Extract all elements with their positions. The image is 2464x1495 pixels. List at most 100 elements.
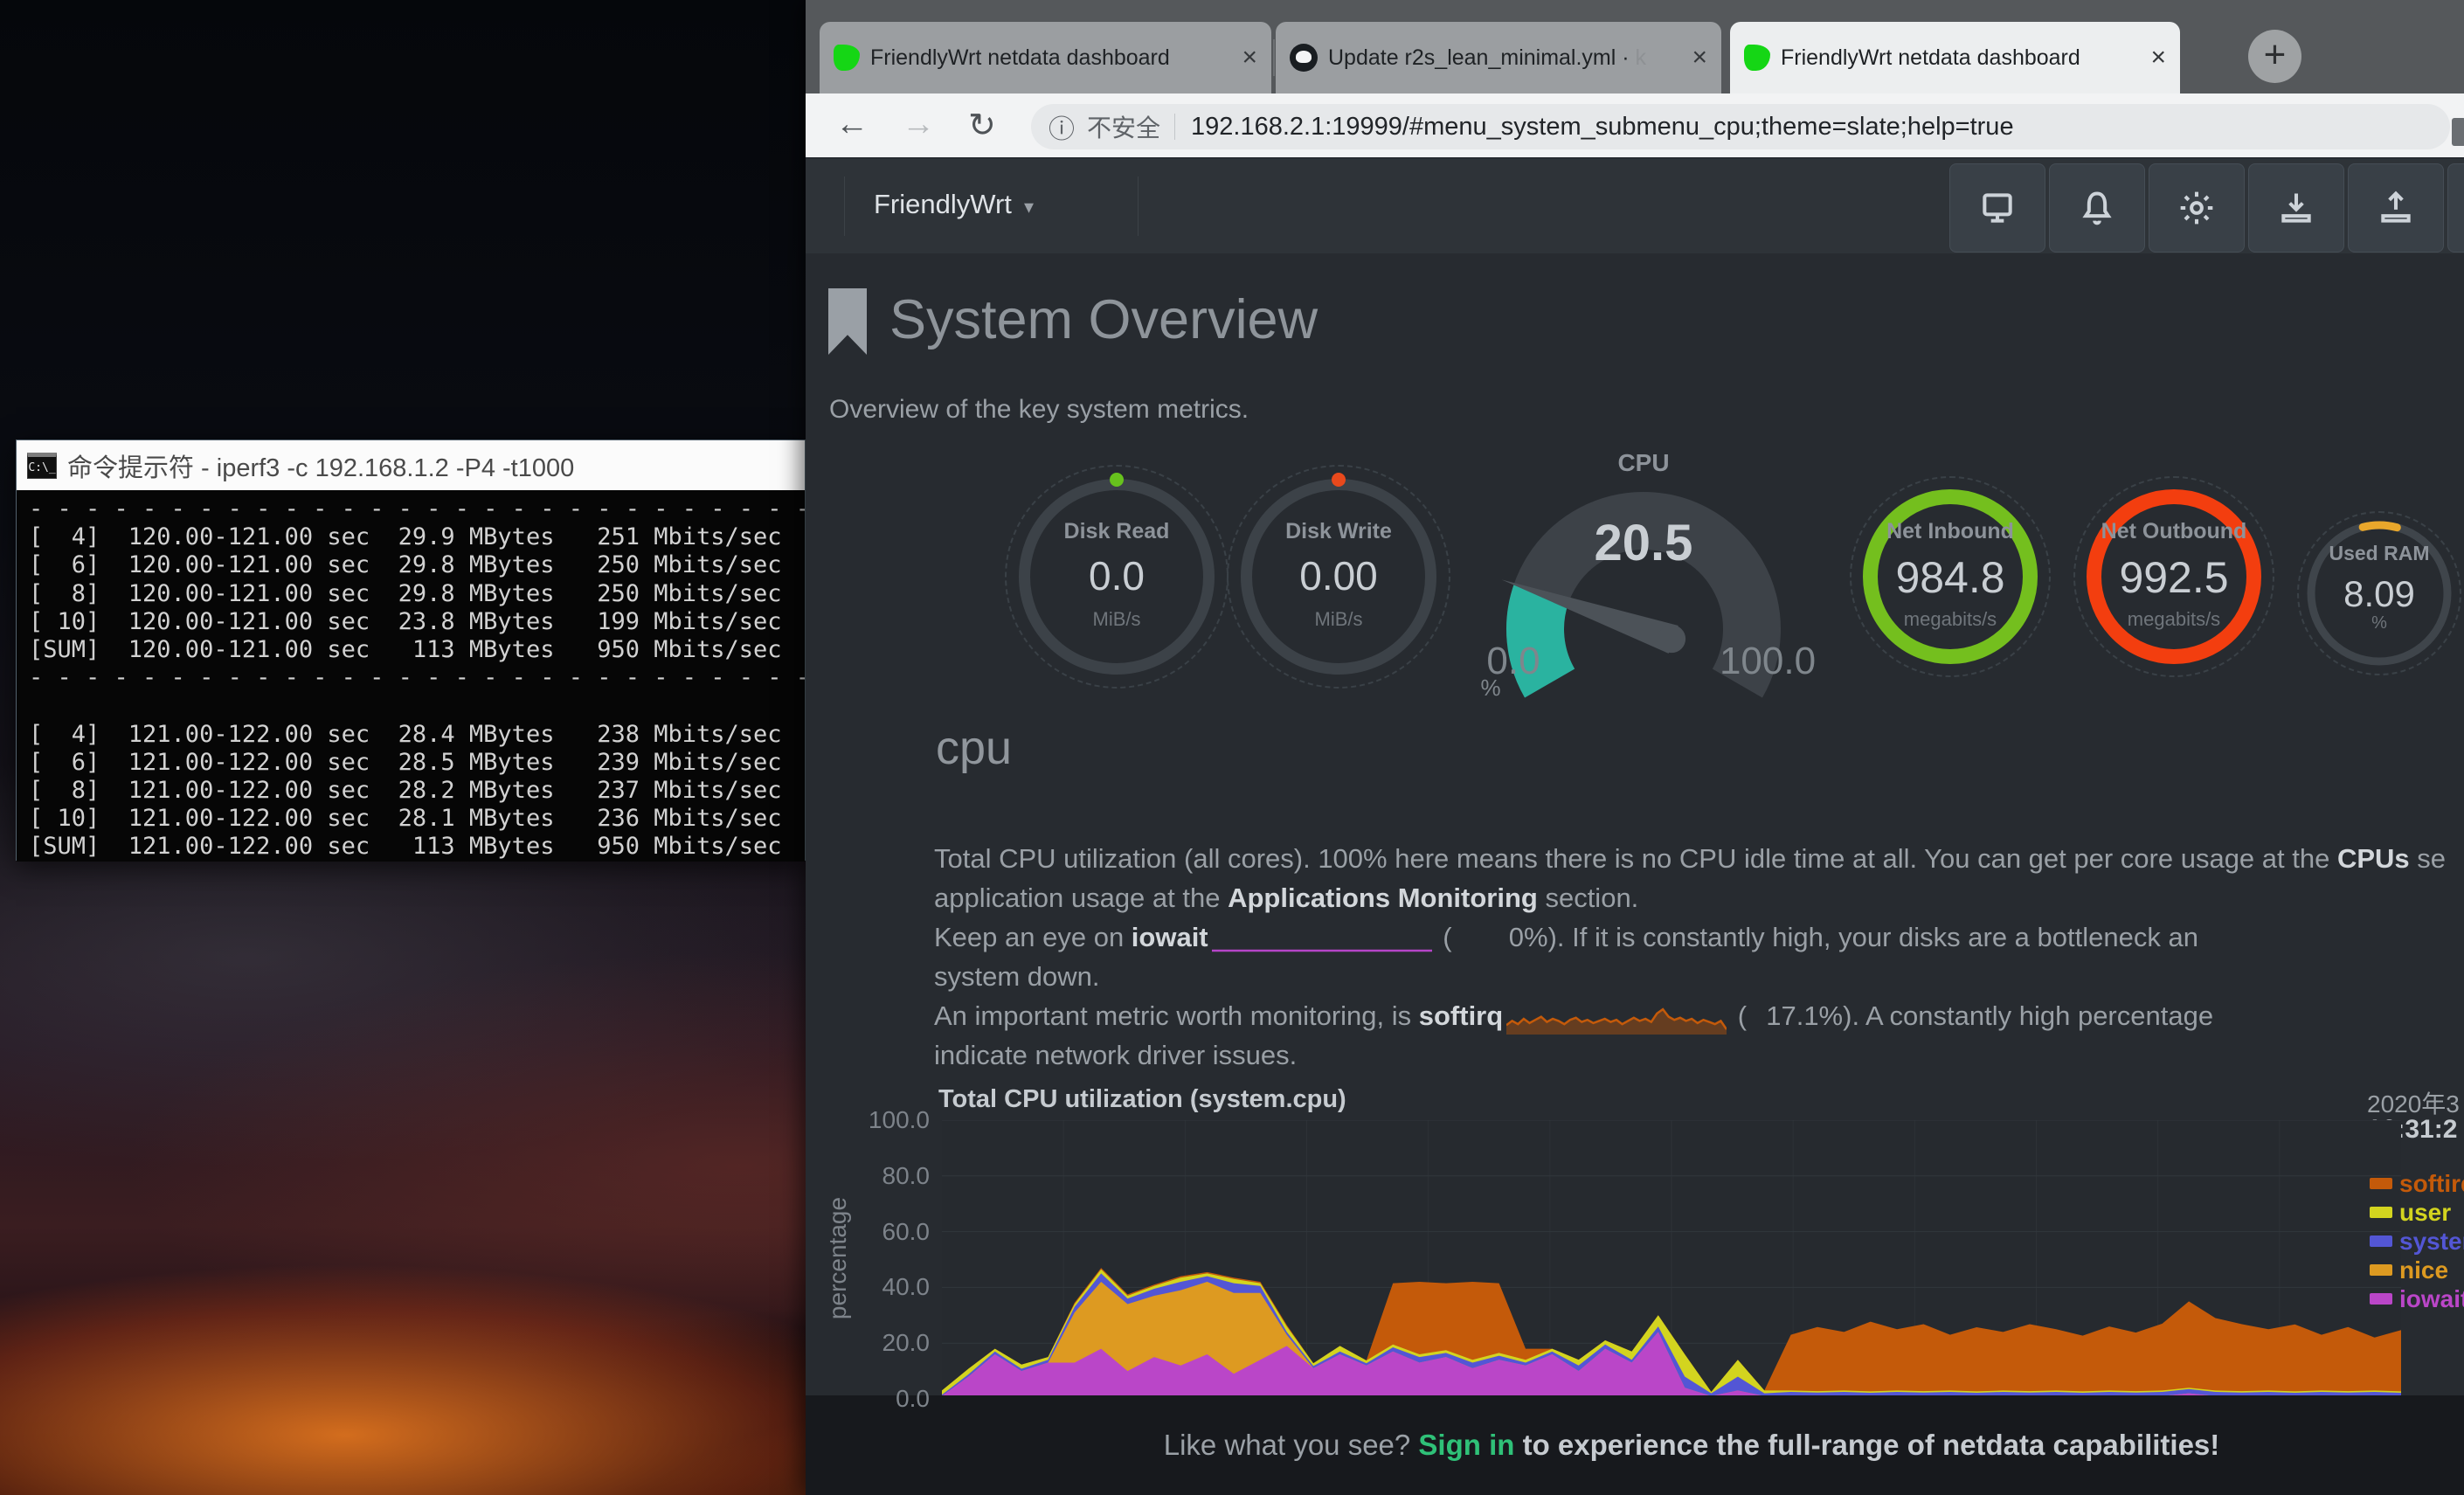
tab-label: FriendlyWrt netdata dashboard — [1781, 45, 2140, 71]
sign-in-link[interactable]: Sign in — [1418, 1429, 1514, 1462]
nav-extra-button[interactable] — [2447, 163, 2464, 253]
tab-netdata-1[interactable]: FriendlyWrt netdata dashboard × — [820, 22, 1271, 93]
terminal-line: - - - - - - - - - - - - - - - - - - - - … — [29, 495, 792, 523]
gauge-label: CPU — [1556, 449, 1731, 477]
terminal-line: [SUM] 121.00-122.00 sec 113 MBytes 950 M… — [29, 833, 792, 861]
tab-label: FriendlyWrt netdata dashboard — [870, 45, 1231, 71]
tab-label: Update r2s_lean_minimal.yml · k — [1328, 45, 1681, 71]
applications-monitoring-link[interactable]: Applications Monitoring — [1228, 882, 1538, 913]
settings-button[interactable] — [2149, 163, 2245, 253]
terminal-line: [ 10] 120.00-121.00 sec 23.8 MBytes 199 … — [29, 608, 792, 636]
gauge-value: 0.0 — [1029, 552, 1204, 599]
legend-swatch — [2370, 1178, 2392, 1189]
divider — [1174, 114, 1175, 140]
y-tick: 0.0 — [841, 1384, 930, 1414]
gauge-label: Disk Read — [1029, 519, 1204, 544]
gauge-value: 992.5 — [2087, 552, 2261, 603]
desktop: C:\_ 命令提示符 - iperf3 -c 192.168.1.2 -P4 -… — [0, 0, 2464, 1495]
y-tick: 60.0 — [841, 1217, 930, 1247]
gauge-unit: MiB/s — [1029, 608, 1204, 631]
page-subtitle: Overview of the key system metrics. — [829, 395, 1249, 425]
netdata-icon — [834, 45, 860, 71]
iowait-sparkline[interactable] — [1212, 926, 1432, 952]
terminal-line: [ 10] 121.00-122.00 sec 28.1 MBytes 236 … — [29, 805, 792, 833]
legend-swatch — [2370, 1235, 2392, 1247]
legend-label: iowait — [2399, 1285, 2464, 1313]
cpus-link[interactable]: CPUs — [2337, 843, 2410, 874]
gauge-max: 100.0 — [1706, 640, 1829, 683]
security-label: 不安全 — [1087, 109, 1160, 144]
legend-label: system — [2399, 1228, 2464, 1256]
chart-title: Total CPU utilization (system.cpu) — [938, 1085, 1346, 1114]
chart-legend: softirqusersystemniceiowait — [2370, 1169, 2464, 1313]
download-icon — [2277, 189, 2315, 227]
gauge-unit: % — [2292, 613, 2464, 633]
reload-icon[interactable]: ↻ — [968, 106, 996, 145]
divider — [1138, 176, 1139, 236]
bookmark-icon — [828, 288, 867, 355]
alarms-button[interactable] — [2049, 163, 2145, 253]
export-button[interactable] — [2348, 163, 2444, 253]
forward-icon[interactable]: → — [902, 106, 935, 143]
address-bar[interactable]: ⓘ 不安全 192.168.2.1:19999/#menu_system_sub… — [1031, 104, 2450, 149]
browser-window: FriendlyWrt netdata dashboard × Update r… — [806, 0, 2464, 1495]
disk-read-dot — [1110, 473, 1124, 487]
close-icon[interactable]: × — [1692, 45, 1707, 71]
gauge-value: 0.00 — [1251, 552, 1426, 599]
terminal-line: [ 4] 121.00-122.00 sec 28.4 MBytes 238 M… — [29, 721, 792, 749]
legend-label: nice — [2399, 1256, 2448, 1284]
legend-label: softirq — [2399, 1170, 2464, 1198]
terminal-line: [ 8] 120.00-121.00 sec 29.8 MBytes 250 M… — [29, 580, 792, 608]
gauge-value: 20.5 — [1556, 514, 1731, 572]
iowait-value: 0% — [1452, 917, 1548, 957]
netdata-icon — [1744, 45, 1770, 71]
back-icon[interactable]: ← — [835, 106, 869, 143]
gauge-label: Net Inbound — [1863, 519, 2038, 544]
netdata-page: FriendlyWrt ▾ — [806, 157, 2464, 1495]
terminal-line: [ 6] 121.00-122.00 sec 28.5 MBytes 239 M… — [29, 749, 792, 777]
print-view-button[interactable] — [1949, 163, 2045, 253]
terminal-line: [SUM] 120.00-121.00 sec 113 MBytes 950 M… — [29, 636, 792, 664]
legend-swatch — [2370, 1264, 2392, 1276]
tab-github[interactable]: Update r2s_lean_minimal.yml · k × — [1276, 22, 1721, 93]
gauge-unit: megabits/s — [1863, 608, 2038, 631]
netdata-navbar: FriendlyWrt ▾ — [806, 159, 2464, 253]
new-tab-button[interactable]: + — [2248, 30, 2301, 83]
terminal-titlebar[interactable]: C:\_ 命令提示符 - iperf3 -c 192.168.1.2 -P4 -… — [17, 440, 805, 490]
y-tick: 100.0 — [841, 1105, 930, 1135]
legend-swatch — [2370, 1293, 2392, 1305]
toolbar-extra-icon[interactable] — [2452, 118, 2464, 146]
legend-item-user[interactable]: user — [2370, 1198, 2464, 1227]
import-button[interactable] — [2248, 163, 2344, 253]
gauge-value: 984.8 — [1863, 552, 2038, 603]
banner-text: to experience the full-range of netdata … — [1514, 1429, 2219, 1462]
gauge-unit: megabits/s — [2087, 608, 2261, 631]
close-icon[interactable]: × — [2150, 45, 2166, 71]
close-icon[interactable]: × — [1242, 45, 1257, 71]
bell-icon — [2078, 189, 2116, 227]
info-icon[interactable]: ⓘ — [1049, 107, 1075, 146]
terminal-line: [ 8] 121.00-122.00 sec 28.2 MBytes 237 M… — [29, 777, 792, 805]
section-title-cpu: cpu — [936, 721, 1012, 775]
legend-item-system[interactable]: system — [2370, 1227, 2464, 1256]
legend-item-iowait[interactable]: iowait — [2370, 1284, 2464, 1313]
gauge-unit: % — [1473, 675, 1508, 702]
gauge-unit: MiB/s — [1251, 608, 1426, 631]
legend-item-nice[interactable]: nice — [2370, 1256, 2464, 1284]
url-text[interactable]: 192.168.2.1:19999/#menu_system_submenu_c… — [1191, 113, 2014, 142]
cpu-utilization-chart[interactable] — [942, 1120, 2401, 1399]
github-icon — [1290, 44, 1318, 72]
y-axis-label: percentage — [824, 1171, 848, 1346]
softirq-value: 17.1% — [1747, 996, 1843, 1035]
terminal-line: - - - - - - - - - - - - - - - - - - - - … — [29, 664, 792, 692]
tab-netdata-2-active[interactable]: FriendlyWrt netdata dashboard × — [1730, 22, 2180, 93]
gauge-value: 8.09 — [2292, 573, 2464, 615]
terminal-output[interactable]: - - - - - - - - - - - - - - - - - - - - … — [17, 490, 805, 862]
legend-item-softirq[interactable]: softirq — [2370, 1169, 2464, 1198]
cmd-icon: C:\_ — [27, 453, 57, 479]
upload-icon — [2377, 189, 2415, 227]
chevron-down-icon: ▾ — [1024, 196, 1034, 218]
softirq-sparkline[interactable] — [1506, 1000, 1727, 1035]
host-dropdown[interactable]: FriendlyWrt — [874, 189, 1012, 220]
terminal-window[interactable]: C:\_ 命令提示符 - iperf3 -c 192.168.1.2 -P4 -… — [16, 440, 806, 861]
